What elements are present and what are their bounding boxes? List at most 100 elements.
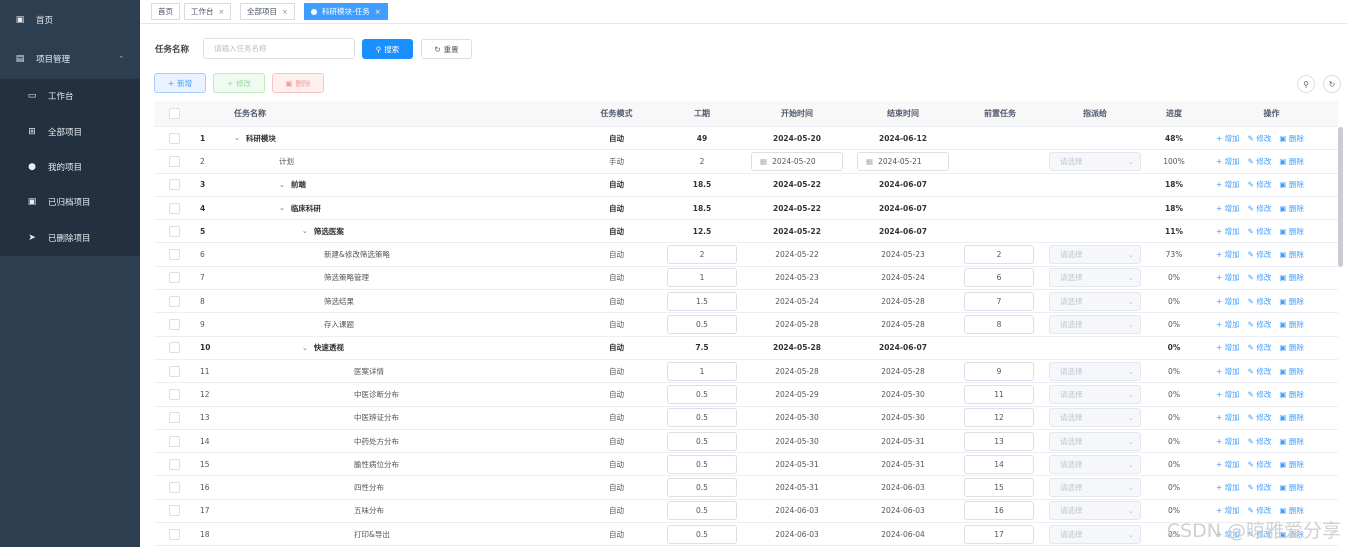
table-row[interactable]: 2 计划 手动 2 ▦ 2024-05-20 ▦ 2024-05-21 请选择 ⌄ 100% + 增加… (154, 150, 1338, 174)
predecessor-input[interactable]: 12 (964, 407, 1036, 429)
table-row[interactable]: 8 筛选结果 自动 1.5 2024-05-24 2024-05-28 7 请选择 ⌄ 0% + 增… (154, 290, 1338, 314)
assignee-select[interactable]: 请选择 ⌄ (1049, 453, 1141, 475)
assignee-select[interactable]: 请选择 ⌄ (1049, 523, 1141, 545)
assignee-select[interactable]: 请选择 ⌄ (1049, 383, 1141, 405)
table-row[interactable]: 7 筛选策略管理 自动 1 2024-05-23 2024-05-24 6 请选择 ⌄ 0% + 增… (154, 266, 1338, 291)
edit-task-link[interactable]: ✎ 修改 (1248, 366, 1272, 377)
chevron-down-icon[interactable]: ⌄ (302, 227, 308, 235)
table-row[interactable]: 3 ⌄ 前端 自动 18.5 2024-05-22 2024-06-07 18% + 增加 ✎ 修… (154, 173, 1338, 197)
close-icon[interactable]: × (282, 8, 288, 16)
chevron-down-icon[interactable]: ⌄ (302, 344, 308, 352)
delete-task-link[interactable]: ▣ 删除 (1279, 482, 1303, 493)
edit-task-link[interactable]: ✎ 修改 (1248, 436, 1272, 447)
refresh-button[interactable]: ↻ (1323, 75, 1341, 93)
delete-task-link[interactable]: ▣ 删除 (1279, 436, 1303, 447)
assignee-select[interactable]: 请选择 ⌄ (1049, 360, 1141, 382)
search-toggle-button[interactable]: ⚲ (1297, 75, 1315, 93)
row-checkbox[interactable] (169, 127, 180, 149)
sidebar-item-my-projects[interactable]: ● 我的项目 (0, 150, 140, 184)
edit-task-link[interactable]: ✎ 修改 (1248, 203, 1272, 214)
row-checkbox[interactable] (169, 360, 180, 382)
add-subtask-link[interactable]: + 增加 (1216, 272, 1240, 283)
table-row[interactable]: 12 中医诊断分布 自动 0.5 2024-05-29 2024-05-30 11 请选择 ⌄ 0… (154, 383, 1338, 407)
row-checkbox[interactable] (169, 290, 180, 312)
row-checkbox[interactable] (169, 267, 180, 289)
delete-task-link[interactable]: ▣ 删除 (1279, 156, 1303, 167)
task-duration-input[interactable]: 0.5 (667, 313, 737, 335)
assignee-select[interactable]: 请选择 ⌄ (1049, 150, 1141, 172)
edit-task-link[interactable]: ✎ 修改 (1248, 249, 1272, 260)
add-subtask-link[interactable]: + 增加 (1216, 249, 1240, 260)
task-duration-input[interactable]: 0.5 (667, 430, 737, 452)
assignee-select[interactable]: 请选择 ⌄ (1049, 313, 1141, 335)
assignee-select[interactable]: 请选择 ⌄ (1049, 477, 1141, 499)
header-checkbox[interactable] (169, 101, 180, 126)
assignee-select[interactable]: 请选择 ⌄ (1049, 500, 1141, 522)
tab-all-projects[interactable]: 全部项目 × (240, 3, 295, 20)
table-row[interactable]: 16 四性分布 自动 0.5 2024-05-31 2024-06-03 15 请选择 ⌄ 0% +… (154, 476, 1338, 500)
tab-workbench[interactable]: 工作台 × (184, 3, 232, 20)
tab-home[interactable]: 首页 (151, 3, 180, 20)
edit-button[interactable]: + 修改 (213, 73, 265, 93)
add-subtask-link[interactable]: + 增加 (1216, 133, 1240, 144)
table-row[interactable]: 4 ⌄ 临床科研 自动 18.5 2024-05-22 2024-06-07 18% + 增加 ✎… (154, 196, 1338, 221)
chevron-down-icon[interactable]: ⌄ (234, 134, 240, 142)
delete-task-link[interactable]: ▣ 删除 (1279, 389, 1303, 400)
assignee-select[interactable]: 请选择 ⌄ (1049, 407, 1141, 429)
row-checkbox[interactable] (169, 220, 180, 242)
table-row[interactable]: 17 五味分布 自动 0.5 2024-06-03 2024-06-03 16 请选择 ⌄ 0% +… (154, 499, 1338, 524)
task-duration-input[interactable]: 0.5 (667, 500, 737, 522)
task-duration-input[interactable]: 0.5 (667, 453, 737, 475)
chevron-down-icon[interactable]: ⌄ (279, 204, 285, 212)
row-checkbox[interactable] (169, 453, 180, 475)
assignee-select[interactable]: 请选择 ⌄ (1049, 430, 1141, 452)
task-duration-input[interactable]: 2 (667, 244, 737, 266)
add-subtask-link[interactable]: + 增加 (1216, 366, 1240, 377)
row-checkbox[interactable] (169, 337, 180, 359)
predecessor-input[interactable]: 7 (964, 290, 1036, 312)
task-duration-input[interactable]: 1 (667, 360, 737, 382)
predecessor-input[interactable]: 11 (964, 383, 1036, 405)
add-subtask-link[interactable]: + 增加 (1216, 459, 1240, 470)
delete-task-link[interactable]: ▣ 删除 (1279, 179, 1303, 190)
edit-task-link[interactable]: ✎ 修改 (1248, 389, 1272, 400)
add-subtask-link[interactable]: + 增加 (1216, 156, 1240, 167)
add-subtask-link[interactable]: + 增加 (1216, 342, 1240, 353)
table-row[interactable]: 5 ⌄ 筛选医案 自动 12.5 2024-05-22 2024-06-07 11% + 增加 ✎… (154, 220, 1338, 244)
predecessor-input[interactable]: 14 (964, 453, 1036, 475)
edit-task-link[interactable]: ✎ 修改 (1248, 226, 1272, 237)
row-checkbox[interactable] (169, 313, 180, 335)
table-row[interactable]: 13 中医辨证分布 自动 0.5 2024-05-30 2024-05-30 12 请选择 ⌄ 0… (154, 406, 1338, 430)
row-checkbox[interactable] (169, 477, 180, 499)
add-subtask-link[interactable]: + 增加 (1216, 296, 1240, 307)
predecessor-input[interactable]: 8 (964, 313, 1036, 335)
assignee-select[interactable]: 请选择 ⌄ (1049, 244, 1141, 266)
delete-task-link[interactable]: ▣ 删除 (1279, 366, 1303, 377)
add-subtask-link[interactable]: + 增加 (1216, 505, 1240, 516)
edit-task-link[interactable]: ✎ 修改 (1248, 319, 1272, 330)
sidebar-item-archived[interactable]: ▣ 已归档项目 (0, 185, 140, 219)
delete-task-link[interactable]: ▣ 删除 (1279, 133, 1303, 144)
predecessor-input[interactable]: 13 (964, 430, 1036, 452)
add-subtask-link[interactable]: + 增加 (1216, 436, 1240, 447)
start-date-picker[interactable]: ▦ 2024-05-20 (751, 150, 843, 172)
add-button[interactable]: + 新增 (154, 73, 206, 93)
sidebar-item-workbench[interactable]: ▭ 工作台 (0, 79, 140, 113)
table-row[interactable]: 14 中药处方分布 自动 0.5 2024-05-30 2024-05-31 13 请选择 ⌄ 0… (154, 429, 1338, 454)
predecessor-input[interactable]: 6 (964, 267, 1036, 289)
delete-task-link[interactable]: ▣ 删除 (1279, 412, 1303, 423)
row-checkbox[interactable] (169, 197, 180, 219)
edit-task-link[interactable]: ✎ 修改 (1248, 133, 1272, 144)
delete-button[interactable]: ▣ 删除 (272, 73, 324, 93)
table-row[interactable]: 9 存入课题 自动 0.5 2024-05-28 2024-05-28 8 请选择 ⌄ 0% + 增… (154, 313, 1338, 337)
assignee-select[interactable]: 请选择 ⌄ (1049, 267, 1141, 289)
row-checkbox[interactable] (169, 150, 180, 172)
add-subtask-link[interactable]: + 增加 (1216, 412, 1240, 423)
delete-task-link[interactable]: ▣ 删除 (1279, 272, 1303, 283)
predecessor-input[interactable]: 2 (964, 244, 1036, 266)
table-row[interactable]: 6 新建&修改筛选策略 自动 2 2024-05-22 2024-05-23 2 请选择 ⌄ 73… (154, 243, 1338, 267)
edit-task-link[interactable]: ✎ 修改 (1248, 342, 1272, 353)
add-subtask-link[interactable]: + 增加 (1216, 226, 1240, 237)
sidebar-item-all-projects[interactable]: ⊞ 全部项目 (0, 115, 140, 149)
assignee-select[interactable]: 请选择 ⌄ (1049, 290, 1141, 312)
